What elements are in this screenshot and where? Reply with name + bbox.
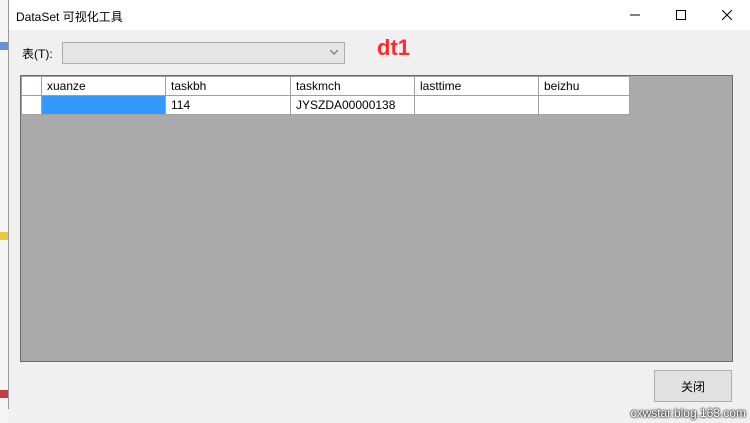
background-editor-strip [0,0,8,423]
data-grid: xuanze taskbh taskmch lasttime beizhu 11… [21,76,630,115]
grid-corner-header[interactable] [21,76,42,96]
cell-beizhu[interactable] [538,95,630,115]
row-header[interactable] [21,95,42,115]
minimize-button[interactable] [612,0,658,30]
title-bar[interactable]: DataSet 可视化工具 [9,0,750,30]
maximize-button[interactable] [658,0,704,30]
background-glyph [0,390,8,398]
dataset-visualizer-dialog: DataSet 可视化工具 表(T): dt1 xuanze taskbh ta… [8,0,750,409]
cell-taskmch[interactable]: JYSZDA00000138 [290,95,415,115]
window-title: DataSet 可视化工具 [16,10,123,24]
column-header-taskbh[interactable]: taskbh [165,76,291,96]
column-header-beizhu[interactable]: beizhu [538,76,630,96]
data-grid-view[interactable]: xuanze taskbh taskmch lasttime beizhu 11… [20,75,733,362]
table-select[interactable] [62,42,345,64]
background-glyph [0,232,8,240]
cell-xuanze[interactable] [41,95,166,115]
minimize-icon [630,14,640,16]
watermark: cxwstar.blog.163.com [630,406,746,420]
close-window-button[interactable] [704,0,750,30]
dataset-name-label: dt1 [377,35,410,60]
column-header-lasttime[interactable]: lasttime [414,76,539,96]
close-button[interactable]: 关闭 [654,370,732,402]
grid-header-row: xuanze taskbh taskmch lasttime beizhu [21,76,630,96]
column-header-xuanze[interactable]: xuanze [41,76,166,96]
maximize-icon [676,10,686,20]
column-header-taskmch[interactable]: taskmch [290,76,415,96]
cell-lasttime[interactable] [414,95,539,115]
background-glyph [0,42,8,50]
cell-taskbh[interactable]: 114 [165,95,291,115]
chevron-down-icon [330,50,338,55]
close-icon [722,10,732,20]
table-row[interactable]: 114 JYSZDA00000138 [21,95,630,115]
table-label: 表(T): [22,47,53,61]
